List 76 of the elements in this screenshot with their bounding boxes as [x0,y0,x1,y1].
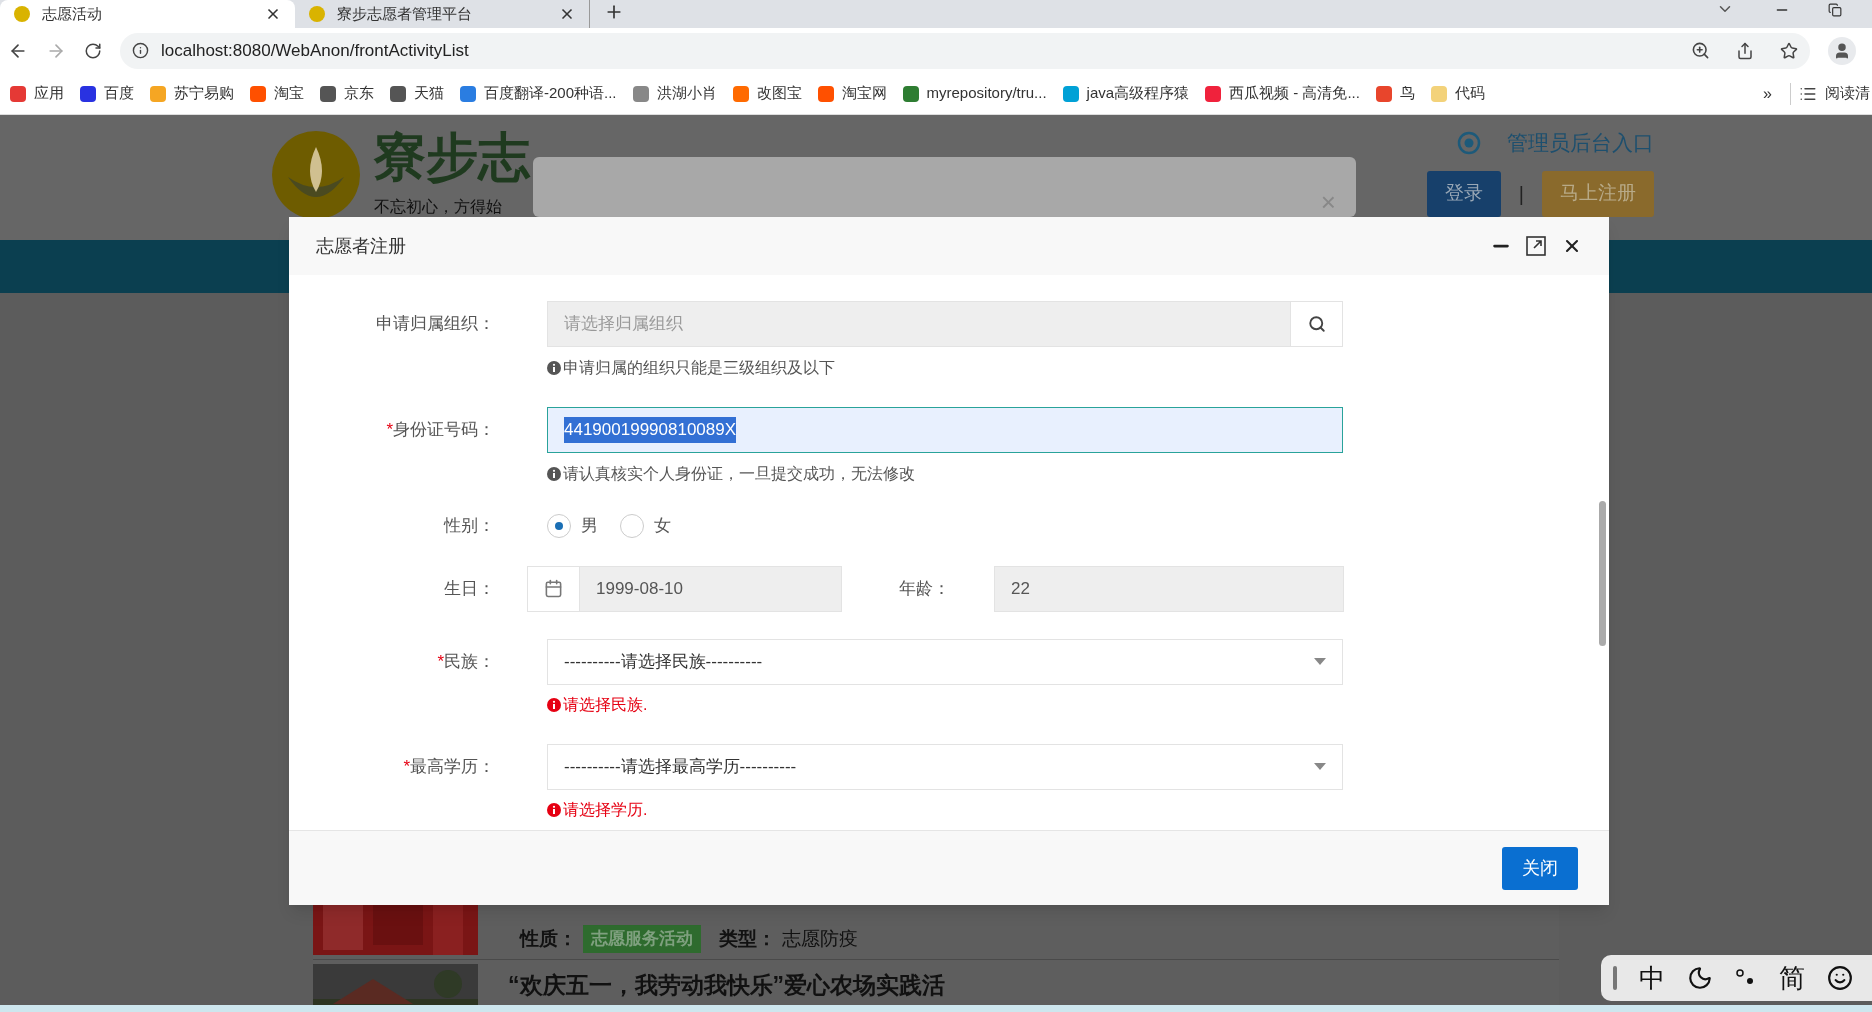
close-icon [559,6,575,22]
info-icon [547,697,561,712]
dropdown-select[interactable]: ----------请选择最高学历---------- [547,743,1343,790]
field-label: 性别： [444,516,495,535]
bookmark-item[interactable]: 苏宁易购 [142,82,242,105]
caret-icon [1314,658,1326,665]
more-bookmarks[interactable]: » [1753,81,1782,106]
logo-slogan: 不忘初心，方得始 [374,197,503,217]
id-number-field[interactable]: 44190019990810089X [547,407,1343,453]
login-button[interactable]: 登录 [1426,170,1501,217]
ime-mode-toggle[interactable]: 中 [1639,958,1665,998]
hint-text: 请认真核实个人身份证，一旦提交成功，无法修改 [563,464,915,484]
bookmark-item[interactable]: 淘宝 [242,82,312,105]
bookmark-item[interactable]: 百度翻译-200种语... [452,82,625,105]
bookmark-item[interactable]: 洪湖小肖 [624,82,725,105]
close-icon [265,6,281,22]
logo-title: 寮步志 [374,131,530,183]
bookmark-star-icon [1780,41,1798,60]
site-icon [309,6,325,22]
scrollbar-thumb[interactable] [1599,501,1606,646]
bookmark-item[interactable]: 应用 [2,82,72,105]
reading-list-label[interactable]: 阅读清 [1825,82,1870,105]
bookmark-item[interactable]: 西瓜视频 - 高清免... [1197,82,1368,105]
calendar-addon[interactable] [527,565,580,612]
bookmark-item[interactable]: 鸟 [1367,82,1423,105]
profile-avatar[interactable] [1828,36,1856,65]
field-label: *身份证号码： [386,420,495,439]
field-label: *最高学历： [403,756,495,776]
field-label: *民族： [437,651,495,671]
field-label: 生日： [444,578,495,598]
category-tag: 志愿服务活动 [583,925,701,953]
dialog-title: 志愿者注册 [316,234,407,258]
emoji-icon[interactable] [1827,965,1853,991]
hint-text: 申请归属的组织只能是三级组织及以下 [563,358,835,378]
bookmark-item[interactable]: 天猫 [382,82,452,105]
organization-field[interactable]: 请选择归属组织 [547,301,1291,347]
site-info-icon [132,42,149,59]
info-icon [547,467,561,481]
share-icon [1736,41,1754,60]
bookmark-item[interactable]: 淘宝网 [809,82,895,105]
field-label: 申请归属组织： [376,314,495,333]
reload-icon[interactable] [84,41,102,60]
caret-icon [1314,763,1326,770]
bookmark-item[interactable]: 京东 [312,82,382,105]
dropdown-select[interactable]: ----------请选择民族---------- [547,638,1343,685]
search-icon [1307,315,1326,333]
error-text: 请选择学历. [563,799,648,820]
restore-icon[interactable] [1828,3,1842,17]
bookmark-item[interactable]: java高级程序猿 [1054,82,1198,105]
separator-text: | [1518,181,1524,207]
age-label: 年龄： [899,577,951,600]
bookmark-item[interactable]: 百度 [72,82,142,105]
maximize-icon[interactable] [1526,236,1546,256]
browser-tab[interactable]: 志愿活动 [0,0,295,28]
property-label: 性质： [520,926,577,951]
info-icon [547,802,561,817]
close-button[interactable]: 关闭 [1502,846,1578,890]
search-button[interactable] [1291,301,1343,347]
target-icon [1457,130,1481,155]
calendar-icon [544,579,563,598]
bookmark-item[interactable]: myrepository/tru... [894,82,1055,105]
address-bar[interactable]: localhost:8080/WebAnon/frontActivityList [120,32,1810,69]
radio-option[interactable]: 女 [620,513,671,539]
site-icon [14,6,30,22]
error-text: 请选择民族. [563,694,648,715]
age-field[interactable]: 22 [994,565,1344,612]
zoom-icon [1691,41,1710,60]
info-icon [547,361,561,375]
property-label: 类型： [719,926,776,951]
bookmark-item[interactable]: 代码 [1422,82,1493,105]
ime-mode-toggle[interactable]: 简 [1779,958,1805,998]
property-value: 志愿防疫 [782,926,858,951]
moon-icon[interactable] [1687,965,1713,991]
bookmark-item[interactable]: 改图宝 [724,82,810,105]
birthday-field[interactable]: 1999-08-10 [580,565,842,612]
radio-option[interactable]: 男 [547,513,598,539]
